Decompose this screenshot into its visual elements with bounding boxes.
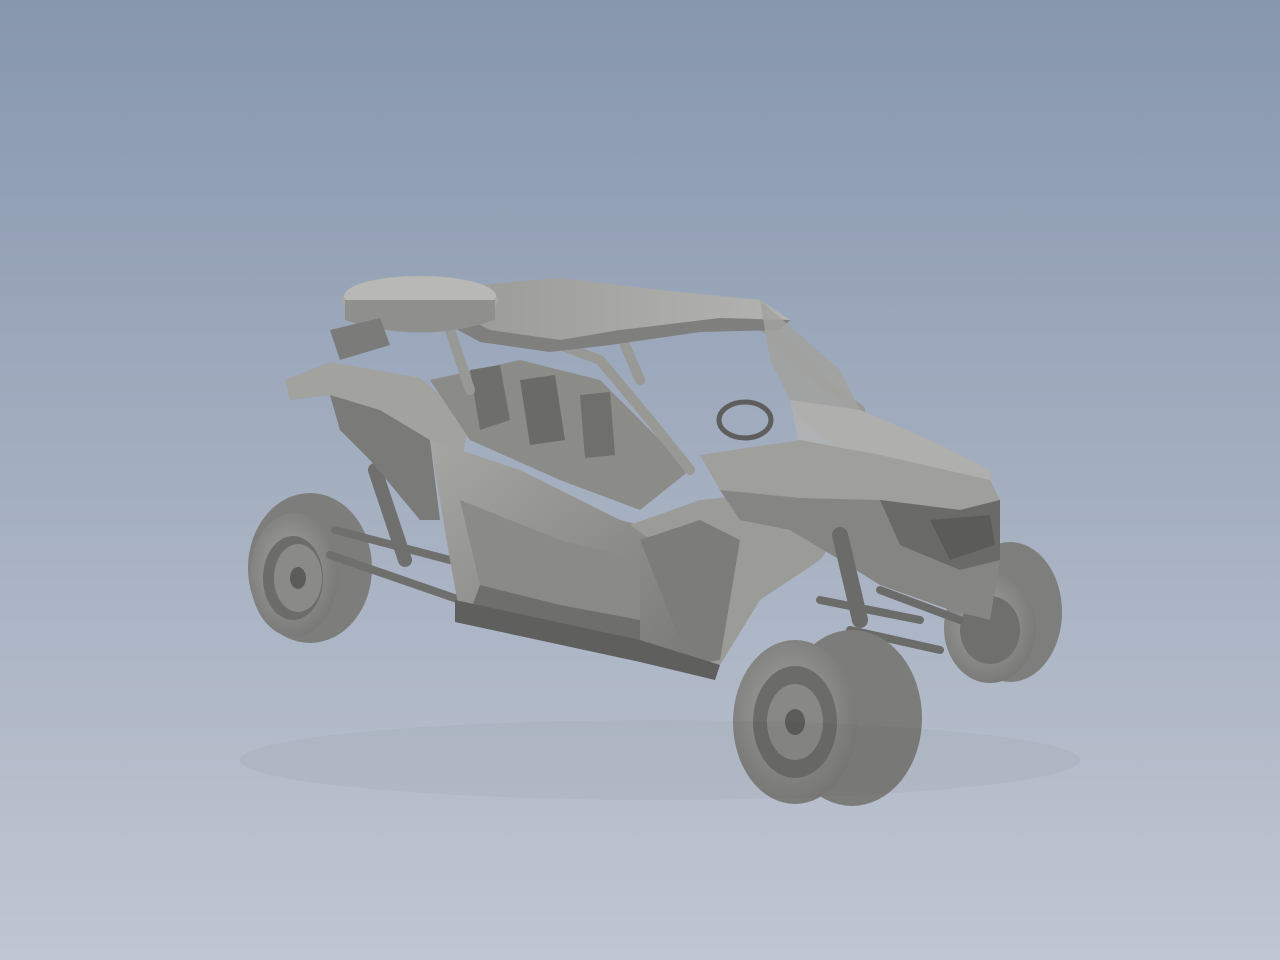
roof-spare-tire xyxy=(330,276,498,360)
utv-3d-model[interactable] xyxy=(0,0,1280,960)
3d-viewport[interactable] xyxy=(0,0,1280,960)
rear-right-wheel xyxy=(274,544,322,612)
ground-shadow xyxy=(240,720,1080,800)
